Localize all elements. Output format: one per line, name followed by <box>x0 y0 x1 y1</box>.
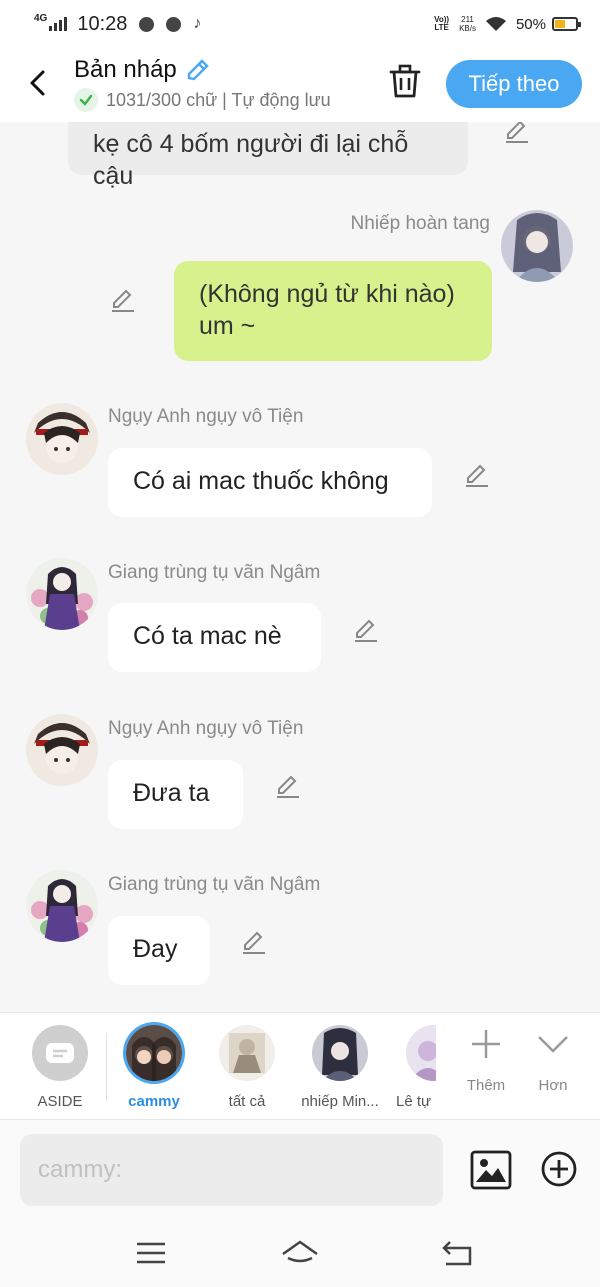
character-all[interactable]: tất cả <box>218 1025 276 1110</box>
signal-icon <box>49 17 68 31</box>
message-text: Có ai mac thuốc không <box>133 467 389 495</box>
character-cammy[interactable]: cammy <box>124 1025 184 1110</box>
less-label: Hơn <box>538 1077 568 1094</box>
message-input[interactable] <box>20 1134 443 1206</box>
avatar[interactable] <box>501 210 573 282</box>
character-label: nhiếp Min... <box>301 1093 379 1110</box>
message-bubble[interactable]: Có ai mac thuốc không <box>108 448 432 517</box>
more-label: Thêm <box>466 1077 506 1094</box>
next-button[interactable]: Tiếp theo <box>446 60 582 108</box>
avatar <box>406 1025 436 1081</box>
message-text: Đưa ta <box>133 779 210 807</box>
more-button[interactable]: Thêm <box>462 1027 510 1094</box>
pencil-icon[interactable] <box>275 773 301 799</box>
sender-name: Giang trùng tụ vãn Ngâm <box>108 874 321 895</box>
status-bar: 4G 10:28 ♪ Vo)) LTE 211 KB/s 50% <box>0 0 600 48</box>
chevron-left-icon[interactable] <box>24 68 54 98</box>
pencil-icon[interactable] <box>353 617 379 643</box>
character-aside[interactable]: ASIDE <box>31 1025 89 1110</box>
sender-name: Ngụy Anh ngụy vô Tiện <box>108 406 304 427</box>
header: Bản nháp 1031/300 chữ | Tự động lưu Tiếp… <box>0 48 600 122</box>
character-label: ASIDE <box>37 1093 83 1110</box>
character-label: cammy <box>128 1093 180 1110</box>
plus-icon <box>472 1030 500 1058</box>
pencil-icon[interactable] <box>241 929 267 955</box>
avatar[interactable] <box>26 558 98 630</box>
tiktok-icon: ♪ <box>193 15 202 32</box>
message-bubble[interactable]: Đưa ta <box>108 760 243 829</box>
menu-icon[interactable] <box>134 1238 168 1268</box>
back-icon[interactable] <box>440 1238 474 1268</box>
avatar <box>219 1025 275 1081</box>
pencil-icon[interactable] <box>185 57 211 83</box>
system-nav-bar <box>0 1220 600 1287</box>
avatar[interactable] <box>26 870 98 942</box>
message-bubble[interactable]: Đay <box>108 916 210 985</box>
divider <box>106 1033 107 1101</box>
message-text: kẹ cô 4 bốm người đi lại chỗ cậu <box>93 130 409 190</box>
battery-indicator: 50% <box>515 15 581 33</box>
network-type: 4G <box>34 12 48 24</box>
trash-icon[interactable] <box>386 62 424 100</box>
title-block: Bản nháp 1031/300 chữ | Tự động lưu <box>74 56 331 112</box>
input-area <box>0 1120 600 1220</box>
check-icon <box>74 88 98 112</box>
chevron-down-icon <box>538 1036 568 1053</box>
character-nhiep[interactable]: nhiếp Min... <box>300 1025 380 1110</box>
character-le[interactable]: Lê tự <box>396 1025 436 1110</box>
message-bubble-own[interactable]: (Không ngủ từ khi nào) um ~ <box>174 261 492 361</box>
message-text: Có ta mac nè <box>133 622 282 650</box>
plus-circle-icon[interactable] <box>540 1150 578 1188</box>
image-icon[interactable] <box>470 1150 512 1190</box>
wifi-icon <box>485 17 506 31</box>
browser-icon <box>139 16 155 32</box>
page-title[interactable]: Bản nháp <box>74 56 177 84</box>
clock: 10:28 <box>77 12 128 35</box>
message-text: (Không ngủ từ khi nào) um ~ <box>199 280 455 340</box>
message-bubble[interactable]: Có ta mac nè <box>108 603 321 672</box>
word-count-autosave: 1031/300 chữ | Tự động lưu <box>106 89 331 110</box>
avatar <box>126 1025 182 1081</box>
volte-icon: Vo)) LTE <box>434 15 450 32</box>
character-bar: ASIDE cammy tất cả nhiếp Min... Lê tự Th… <box>0 1012 600 1120</box>
pencil-icon[interactable] <box>110 287 136 313</box>
character-label: tất cả <box>228 1093 266 1110</box>
avatar[interactable] <box>26 714 98 786</box>
message-text: Đay <box>133 935 178 963</box>
avatar[interactable] <box>26 403 98 475</box>
network-speed: 211 KB/s <box>459 15 476 33</box>
sender-name: Ngụy Anh ngụy vô Tiện <box>108 718 304 739</box>
avatar <box>312 1025 368 1081</box>
pencil-icon[interactable] <box>464 462 490 488</box>
battery-level: 50% <box>515 15 546 33</box>
character-label: Lê tự <box>396 1093 432 1110</box>
chat-area[interactable]: kẹ cô 4 bốm người đi lại chỗ cậu Nhiếp h… <box>0 0 600 1012</box>
battery-icon <box>552 17 581 31</box>
messenger-icon <box>166 16 182 32</box>
less-button[interactable]: Hơn <box>530 1027 576 1094</box>
sender-name: Giang trùng tụ vãn Ngâm <box>108 562 321 583</box>
sender-name: Nhiếp hoàn tang <box>350 213 490 234</box>
home-icon[interactable] <box>280 1238 320 1268</box>
aside-icon <box>32 1025 88 1081</box>
